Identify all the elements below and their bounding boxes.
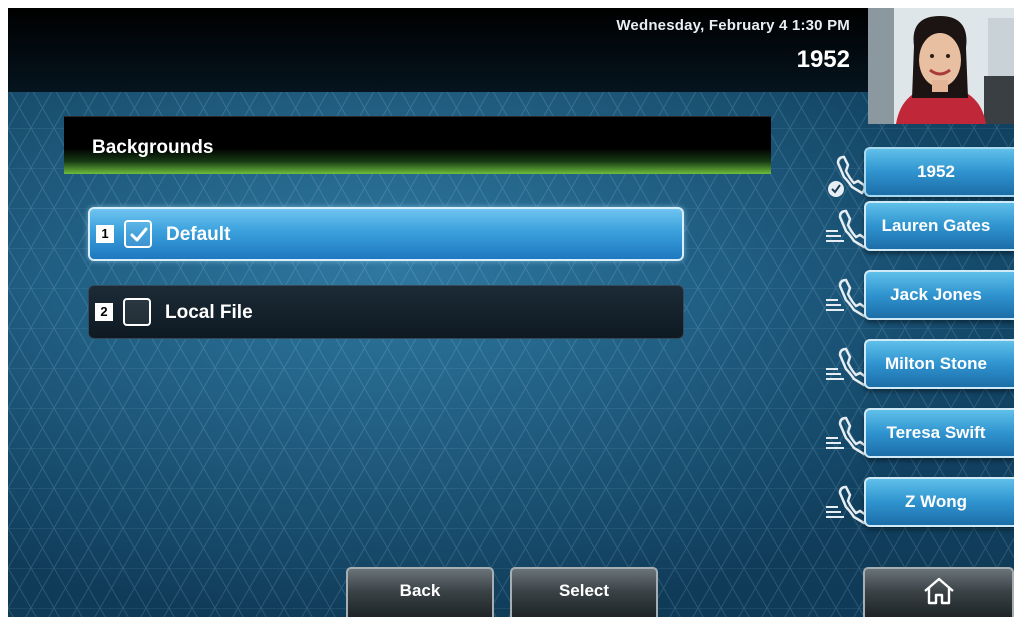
line-key-teresa-swift[interactable]: Teresa Swift	[824, 408, 1014, 468]
phone-line-icon	[826, 485, 868, 525]
camera-preview	[868, 8, 1014, 124]
line-key-z-wong[interactable]: Z Wong	[824, 477, 1014, 537]
line-key-jack-jones[interactable]: Jack Jones	[824, 270, 1014, 330]
line-button[interactable]: Milton Stone	[864, 339, 1014, 389]
line-button[interactable]: Jack Jones	[864, 270, 1014, 320]
checkbox-checked[interactable]	[124, 220, 152, 248]
checkmark-icon	[130, 227, 148, 242]
phone-line-icon	[826, 347, 868, 387]
item-label: Local File	[165, 302, 253, 323]
item-label: Default	[166, 224, 231, 245]
item-number-badge: 2	[95, 303, 113, 321]
back-button[interactable]: Back	[346, 567, 494, 617]
title-bar: Backgrounds	[64, 116, 771, 174]
home-icon	[923, 577, 954, 605]
line-number: 1952	[796, 46, 850, 73]
line-key-lauren-gates[interactable]: Lauren Gates	[824, 201, 1014, 261]
home-button[interactable]	[863, 567, 1014, 617]
page-title: Backgrounds	[92, 137, 214, 158]
item-number-badge: 1	[96, 225, 114, 243]
line-button[interactable]: Z Wong	[864, 477, 1014, 527]
self-view-image	[868, 8, 1014, 124]
status-bar: Wednesday, February 4 1:30 PM 1952	[8, 8, 868, 92]
line-key-milton-stone[interactable]: Milton Stone	[824, 339, 1014, 399]
date-time: Wednesday, February 4 1:30 PM	[616, 17, 850, 34]
line-button[interactable]: Lauren Gates	[864, 201, 1014, 251]
phone-line-icon	[826, 209, 868, 249]
select-button[interactable]: Select	[510, 567, 658, 617]
list-item-local-file[interactable]: 2 Local File	[88, 285, 684, 339]
phone-line-icon	[826, 416, 868, 456]
phone-line-icon	[826, 278, 868, 318]
phone-screen: Wednesday, February 4 1:30 PM 1952 Backg…	[8, 8, 1014, 617]
line-key-1952[interactable]: 1952	[824, 147, 1014, 207]
checkbox-unchecked[interactable]	[123, 298, 151, 326]
phone-registered-icon	[828, 155, 866, 197]
line-button[interactable]: 1952	[864, 147, 1014, 197]
line-button[interactable]: Teresa Swift	[864, 408, 1014, 458]
list-item-default[interactable]: 1 Default	[88, 207, 684, 261]
